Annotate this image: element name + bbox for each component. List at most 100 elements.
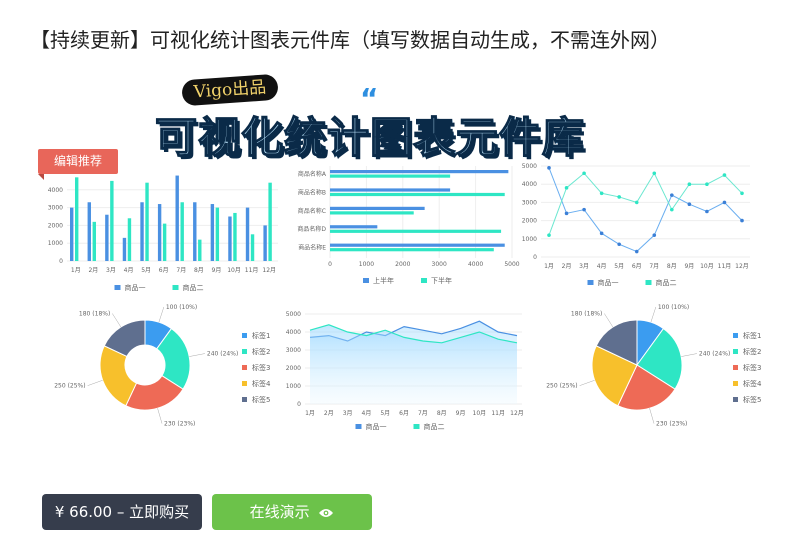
legend-label: 商品二 <box>424 422 445 431</box>
x-tick-label: 10月 <box>473 410 487 417</box>
bar <box>330 248 494 252</box>
y-tick-label: 商品名称C <box>298 207 326 215</box>
slice-label: 100 (10%) <box>166 304 197 311</box>
x-tick-label: 2月 <box>88 267 98 274</box>
online-demo-button[interactable]: 在线演示 <box>212 494 372 530</box>
y-tick-label: 4000 <box>286 329 301 336</box>
bar <box>122 237 127 261</box>
x-tick-label: 4月 <box>597 263 607 270</box>
x-tick-label: 0 <box>328 261 332 268</box>
slice-label: 230 (23%) <box>164 421 195 428</box>
y-tick-label: 3000 <box>48 205 63 212</box>
legend-swatch <box>242 349 247 354</box>
legend-label: 商品二 <box>183 283 204 292</box>
data-point <box>599 191 604 196</box>
x-tick-label: 4000 <box>468 261 483 268</box>
y-tick-label: 4000 <box>522 181 537 188</box>
label-leader <box>681 353 697 357</box>
bar <box>198 239 202 261</box>
data-point <box>564 211 569 216</box>
slice-label: 250 (25%) <box>54 383 85 390</box>
data-point <box>634 249 639 254</box>
bar <box>193 202 197 261</box>
x-tick-label: 5月 <box>380 410 390 417</box>
legend-swatch <box>242 333 247 338</box>
x-tick-label: 7月 <box>176 267 186 274</box>
bar <box>330 192 505 197</box>
x-tick-label: 9月 <box>456 410 466 417</box>
data-point <box>705 209 709 214</box>
label-leader <box>650 306 657 323</box>
legend-swatch <box>733 381 738 386</box>
legend-swatch <box>242 397 247 402</box>
bar <box>110 180 114 261</box>
bar <box>92 221 96 261</box>
data-point <box>740 191 744 196</box>
data-point <box>705 182 709 186</box>
label-leader <box>604 313 614 328</box>
data-point <box>687 202 692 207</box>
legend-label: 标签2 <box>743 347 761 356</box>
x-tick-label: 11月 <box>491 410 505 417</box>
y-tick-label: 商品名称D <box>297 225 326 233</box>
slice-label: 180 (18%) <box>571 310 602 317</box>
x-tick-label: 3月 <box>343 410 353 417</box>
data-point <box>599 231 604 236</box>
buy-button[interactable]: ¥ 66.00 – 立即购买 <box>42 494 202 530</box>
data-point <box>652 171 657 176</box>
data-point <box>687 182 692 186</box>
data-point <box>670 207 674 212</box>
x-tick-label: 8月 <box>194 267 204 274</box>
y-tick-label: 商品名称B <box>298 188 326 196</box>
x-tick-label: 6月 <box>399 410 409 417</box>
data-point <box>564 186 569 190</box>
x-tick-label: 5月 <box>614 263 624 270</box>
x-tick-label: 1月 <box>71 267 81 274</box>
legend-label: 商品一 <box>598 278 619 287</box>
x-tick-label: 12月 <box>735 263 749 270</box>
x-tick-label: 12月 <box>510 410 524 417</box>
legend-label: 下半年 <box>431 276 452 285</box>
legend-label: 标签5 <box>743 395 761 404</box>
data-point <box>722 200 727 205</box>
legend-swatch <box>242 381 247 386</box>
legend-label: 标签1 <box>252 331 270 340</box>
bar <box>330 170 509 174</box>
x-tick-label: 7月 <box>418 410 428 417</box>
bar <box>228 216 232 261</box>
x-tick-label: 9月 <box>212 267 222 274</box>
series-line <box>548 172 743 236</box>
legend-swatch <box>733 397 738 402</box>
slice-label: 240 (24%) <box>207 351 238 358</box>
label-leader <box>189 353 205 357</box>
data-point <box>582 207 586 212</box>
x-tick-label: 3000 <box>432 261 447 268</box>
bar <box>263 225 267 261</box>
legend-swatch <box>355 424 362 429</box>
bar <box>330 243 505 247</box>
y-tick-label: 5000 <box>286 311 301 318</box>
x-tick-label: 10月 <box>700 263 714 270</box>
slice-label: 230 (23%) <box>656 421 687 428</box>
x-tick-label: 8月 <box>437 410 447 417</box>
buy-button-label: ¥ 66.00 – 立即购买 <box>54 503 190 521</box>
data-point <box>670 193 674 197</box>
bar <box>330 188 451 192</box>
bar <box>75 177 79 261</box>
x-tick-label: 12月 <box>262 267 276 274</box>
bar <box>250 234 255 261</box>
slice-label: 250 (25%) <box>546 383 577 390</box>
x-tick-label: 1000 <box>359 261 374 268</box>
bar <box>140 202 144 261</box>
legend-swatch <box>114 285 121 290</box>
data-point <box>652 233 657 237</box>
x-tick-label: 2000 <box>395 261 410 268</box>
slice-label: 180 (18%) <box>79 310 110 317</box>
y-tick-label: 2000 <box>522 218 537 225</box>
bar <box>87 202 91 261</box>
legend-label: 标签5 <box>252 395 270 404</box>
y-tick-label: 商品名称E <box>298 244 326 252</box>
legend-swatch <box>242 365 247 370</box>
bar <box>233 212 237 261</box>
legend-label: 商品一 <box>125 283 146 292</box>
